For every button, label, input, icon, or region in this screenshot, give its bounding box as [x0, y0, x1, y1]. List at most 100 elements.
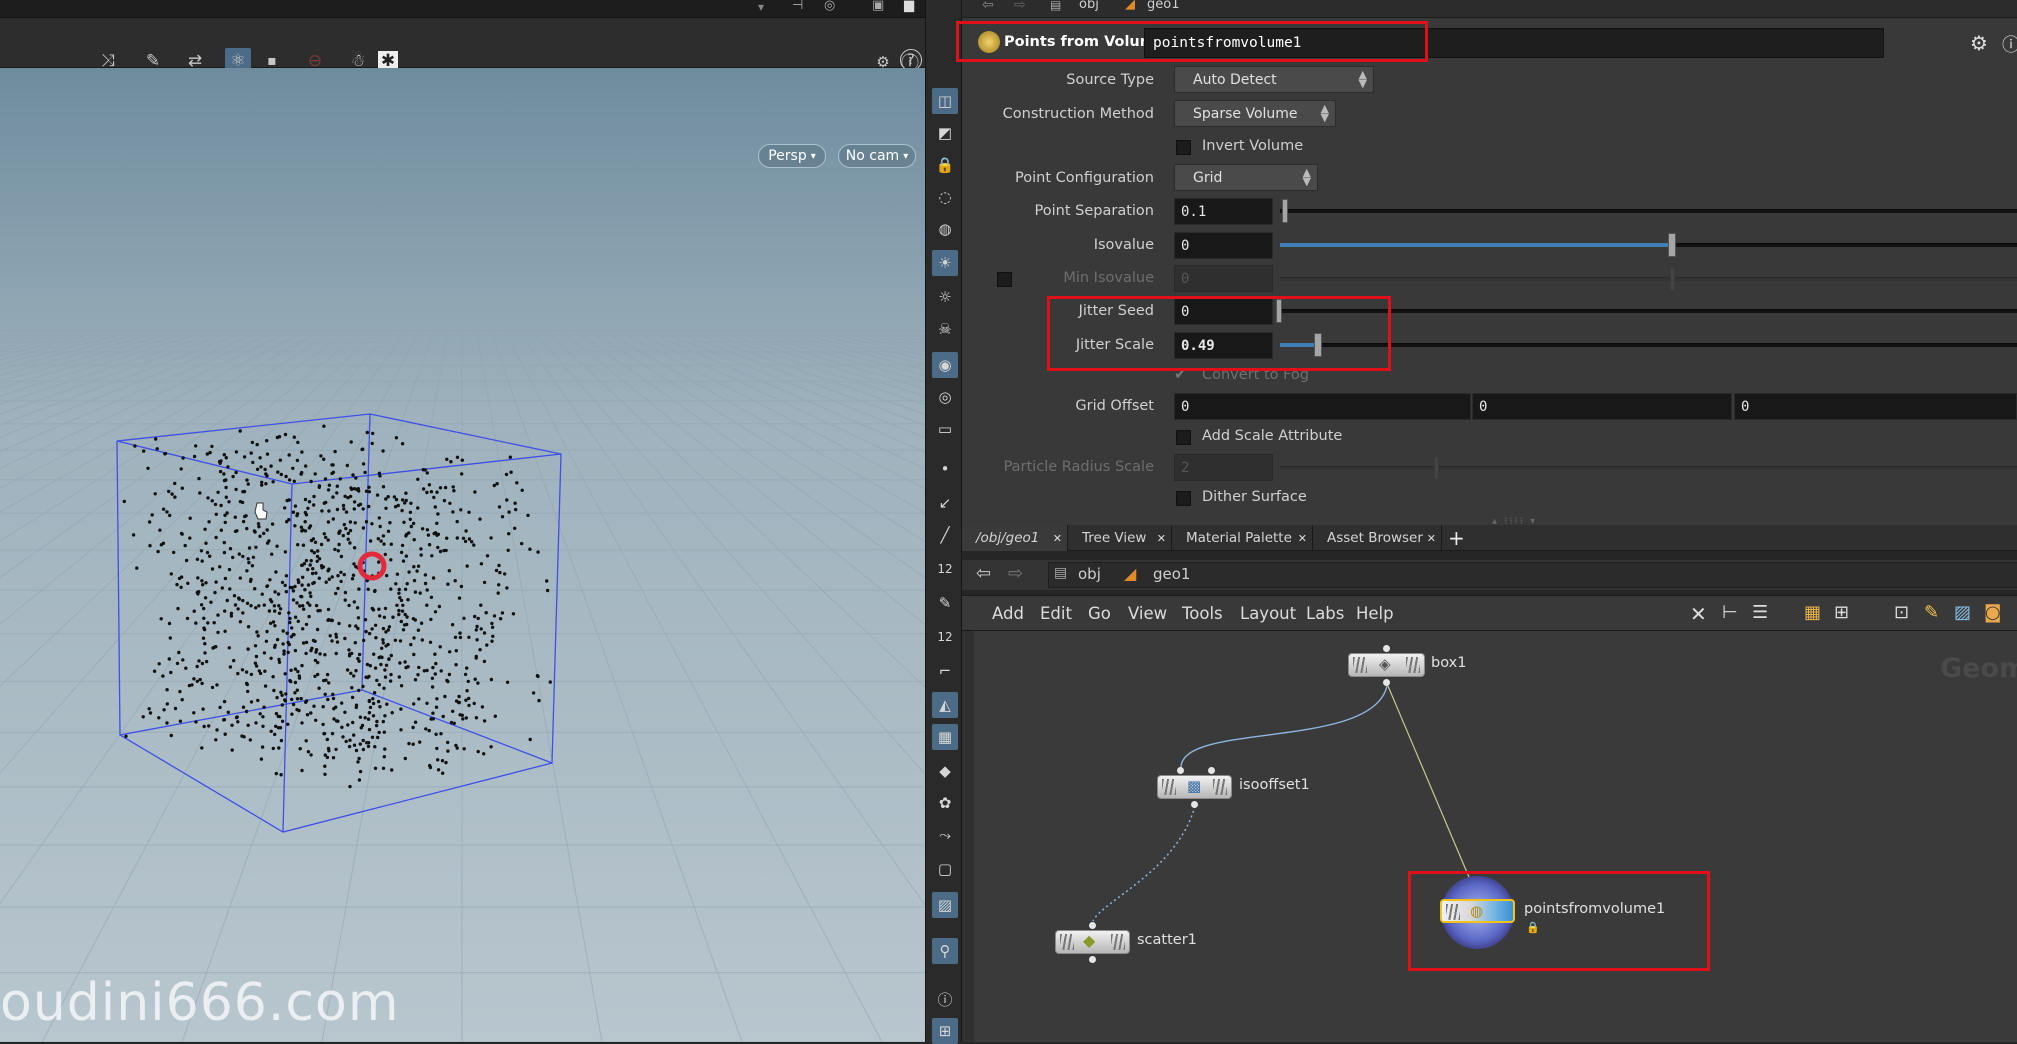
close-icon[interactable]: ✕	[1298, 532, 1307, 545]
node-output-connector[interactable]	[1089, 956, 1096, 963]
gear-icon[interactable]: ⚙	[1970, 31, 1988, 55]
grid-icon[interactable]: ⊞	[1834, 602, 1849, 623]
node-scatter1[interactable]: ◆	[1055, 930, 1130, 954]
tab-asset-browser[interactable]: Asset Browser ✕	[1313, 525, 1442, 551]
viewport-scene[interactable]: Persp ▾ No cam ▾	[0, 68, 925, 1042]
forward-arrow-icon[interactable]: ⇨	[1014, 0, 1026, 13]
back-arrow-icon[interactable]: ⇦	[976, 563, 991, 584]
menu-edit[interactable]: Edit	[1040, 604, 1072, 623]
point-separation-slider[interactable]	[1280, 209, 2017, 213]
texture-icon[interactable]: ◉	[932, 352, 958, 378]
net-path-obj[interactable]: obj	[1078, 565, 1101, 583]
palette-icon[interactable]: ▦	[1804, 602, 1821, 623]
scene-viewport[interactable]: ▾ ⊣ ◎ ▣ ▆ ⤨ ✎ ⇄ ⚛ ▪ ⊖ ☃ ✱ ⓘ ? ⚙ Persp ▾ …	[0, 0, 925, 1042]
paint-icon[interactable]: ✎	[932, 590, 958, 616]
numbers-icon[interactable]: 12	[932, 556, 958, 582]
brush-icon[interactable]: ↙	[932, 490, 958, 516]
image-icon[interactable]: ▨	[932, 892, 958, 918]
chevron-down-icon[interactable]: ▾	[758, 0, 764, 14]
image-icon[interactable]: ▨	[1954, 602, 1971, 623]
window-icon[interactable]: ▆	[904, 0, 914, 13]
node-output-connector[interactable]	[1191, 801, 1198, 808]
point-configuration-menu[interactable]: Grid ▲ ▼	[1174, 164, 1318, 191]
grid-offset-y-field[interactable]: 0	[1472, 393, 1732, 420]
camera-view-icon[interactable]: ▭	[932, 416, 958, 442]
add-tab-icon[interactable]: +	[1448, 526, 1465, 550]
menu-labs[interactable]: Labs	[1306, 604, 1344, 623]
tab-material-palette[interactable]: Material Palette ✕	[1172, 525, 1313, 551]
tab-label: Tree View	[1082, 530, 1147, 546]
node-input-connector[interactable]	[1383, 645, 1390, 652]
path-field[interactable]	[1048, 562, 2017, 588]
list-icon[interactable]: ☰	[1752, 602, 1768, 623]
network-box-icon[interactable]: ◙	[1984, 602, 2001, 623]
point-separation-field[interactable]: 0.1	[1174, 198, 1273, 225]
eye-icon[interactable]: ◎	[932, 384, 958, 410]
dither-surface-checkbox[interactable]	[1176, 491, 1191, 506]
invert-volume-checkbox[interactable]	[1176, 140, 1191, 155]
menu-layout[interactable]: Layout	[1240, 604, 1296, 623]
forward-arrow-icon[interactable]: ⇨	[1008, 563, 1023, 584]
construction-method-menu[interactable]: Sparse Volume ▲ ▼	[1174, 100, 1336, 127]
map-icon[interactable]: ✿	[932, 790, 958, 816]
node-input-connector[interactable]	[1208, 767, 1215, 774]
source-type-menu[interactable]: Auto Detect ▲ ▼	[1174, 66, 1374, 93]
tab-network[interactable]: /obj/geo1 ✕	[962, 525, 1068, 551]
tab-tree-view[interactable]: Tree View ✕	[1068, 525, 1172, 551]
sticky-note-icon[interactable]: ✎	[1924, 602, 1939, 623]
mesh-icon[interactable]: ◭	[932, 692, 958, 718]
close-icon[interactable]: ✕	[1053, 532, 1062, 545]
display-icon[interactable]: ▣	[872, 0, 884, 13]
add-scale-checkbox[interactable]	[1176, 430, 1191, 445]
shading-icon[interactable]: ◩	[932, 120, 958, 146]
info-icon[interactable]: ⓘ	[932, 986, 958, 1012]
display-mode-icon[interactable]: ◫	[932, 88, 958, 114]
node-input-connector[interactable]	[1089, 922, 1096, 929]
close-icon[interactable]: ✕	[1157, 532, 1166, 545]
menu-view[interactable]: View	[1128, 604, 1167, 623]
display-icon[interactable]: ⊡	[1894, 602, 1909, 623]
light-icon[interactable]: ☀	[932, 250, 958, 276]
menu-go[interactable]: Go	[1088, 604, 1111, 623]
path-geo[interactable]: geo1	[1147, 0, 1179, 12]
net-path-geo[interactable]: geo1	[1153, 565, 1190, 583]
lock-icon[interactable]: 🔒	[932, 152, 958, 178]
marker-icon[interactable]: ⚲	[932, 938, 958, 964]
tree-icon[interactable]: ⊢	[1722, 602, 1738, 623]
menu-help[interactable]: Help	[1356, 604, 1394, 623]
close-icon[interactable]: ✕	[1427, 532, 1436, 545]
sphere-icon[interactable]: ◍	[932, 216, 958, 242]
perspective-menu[interactable]: Persp ▾	[758, 144, 826, 168]
node-box1[interactable]: ◈	[1348, 653, 1425, 677]
pin-icon[interactable]: ⊣	[792, 0, 803, 13]
numbers-alt-icon[interactable]: 12	[932, 624, 958, 650]
corner-icon[interactable]: ⌐	[932, 658, 958, 684]
diamond-icon[interactable]: ◆	[932, 758, 958, 784]
grid-offset-x-field[interactable]: 0	[1174, 393, 1471, 420]
connect-icon[interactable]: ⤳	[932, 822, 958, 848]
isovalue-handle[interactable]	[1668, 233, 1676, 257]
bulb-icon[interactable]: ☼	[932, 284, 958, 310]
path-obj[interactable]: obj	[1079, 0, 1099, 12]
square-icon[interactable]: ▢	[932, 856, 958, 882]
menu-add[interactable]: Add	[992, 604, 1024, 623]
help-icon[interactable]: ⓘ	[2002, 31, 2017, 57]
pen-icon[interactable]: ╱	[932, 522, 958, 548]
layout-grid-icon[interactable]: ⊞	[932, 1018, 958, 1044]
back-arrow-icon[interactable]: ⇦	[982, 0, 994, 13]
grid-offset-z-field[interactable]: 0	[1734, 393, 2017, 420]
visibility-icon[interactable]: ◌	[932, 184, 958, 210]
link-icon[interactable]: ◎	[824, 0, 835, 13]
checker-icon[interactable]: ▦	[932, 724, 958, 750]
node-isooffset1[interactable]: ▩	[1157, 775, 1232, 799]
bone-icon[interactable]: ☠	[932, 316, 958, 342]
network-editor[interactable]: Geom ◈ box1 ▩ isooffset1 ◆ scatter1 ◍ po…	[962, 631, 2017, 1042]
menu-tools[interactable]: Tools	[1182, 604, 1223, 623]
tools-icon[interactable]: ✕	[1690, 602, 1707, 626]
node-output-connector[interactable]	[1383, 679, 1390, 686]
point-icon[interactable]: •	[932, 456, 958, 482]
camera-menu[interactable]: No cam ▾	[838, 144, 916, 168]
node-input-connector[interactable]	[1177, 767, 1184, 774]
isovalue-field[interactable]: 0	[1174, 232, 1273, 259]
point-separation-handle[interactable]	[1282, 199, 1288, 223]
